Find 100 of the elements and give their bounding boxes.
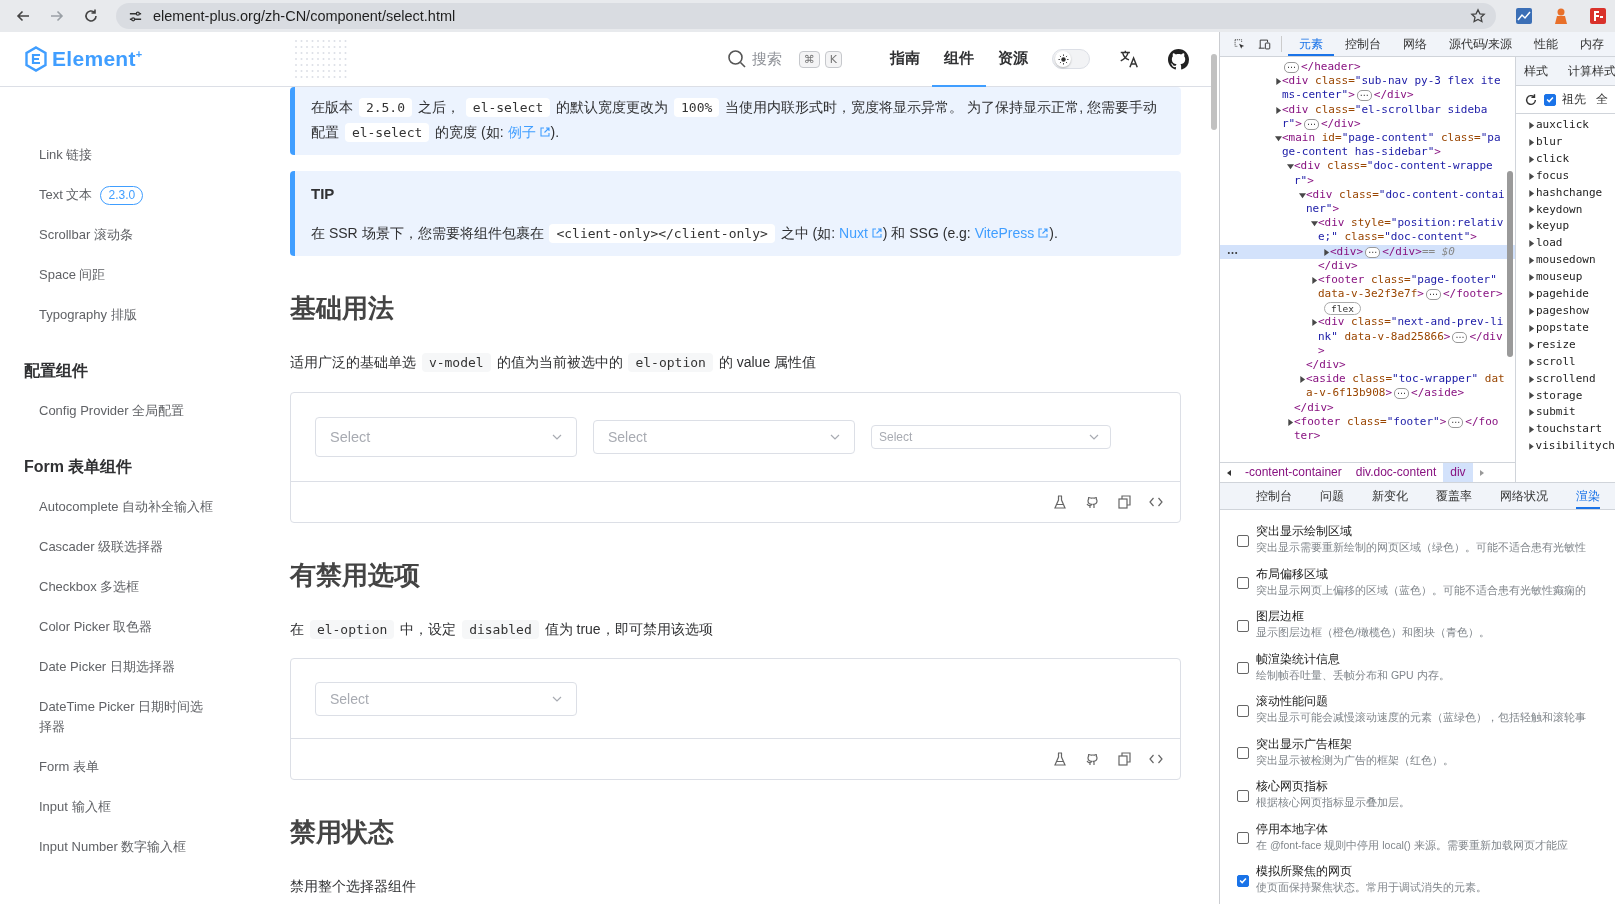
devtools-tab[interactable]: 源代码/来源 (1437, 32, 1523, 56)
copy-icon[interactable] (1116, 494, 1132, 510)
back-icon[interactable] (15, 8, 31, 24)
github-icon[interactable] (1168, 48, 1189, 70)
device-icon[interactable] (1257, 36, 1271, 52)
triangle-right-icon[interactable] (1528, 274, 1535, 282)
sidebar-tab[interactable]: 样式 (1524, 63, 1548, 79)
flask-icon[interactable] (1052, 751, 1068, 767)
triangle-right-icon[interactable] (1528, 426, 1535, 434)
more-icon[interactable] (1227, 250, 1238, 255)
triangle-down-icon[interactable] (1299, 191, 1306, 199)
sidebar-item[interactable]: Input Number 数字输入框 (39, 837, 187, 857)
scrollbar-thumb[interactable] (1211, 54, 1217, 130)
dom-node[interactable]: </div> (1306, 358, 1505, 373)
checkbox[interactable] (1237, 534, 1249, 547)
event-name[interactable]: scroll (1536, 353, 1576, 371)
sidebar-item[interactable]: Space 间距 (39, 265, 106, 285)
triangle-right-icon[interactable] (1528, 240, 1535, 248)
drawer-tab[interactable]: 网络状况 (1500, 483, 1548, 509)
search-button[interactable]: 搜索 ⌘ K (726, 49, 842, 69)
event-name[interactable]: load (1536, 235, 1563, 253)
triangle-right-icon[interactable] (1528, 291, 1535, 298)
refresh-icon[interactable] (1524, 92, 1538, 107)
translate-icon[interactable] (1118, 48, 1140, 70)
event-name[interactable]: visibilitych (1535, 438, 1615, 456)
triangle-right-icon[interactable] (1311, 319, 1318, 327)
drawer-tab[interactable]: 控制台 (1256, 483, 1292, 509)
event-name[interactable]: focus (1536, 167, 1570, 185)
dom-node[interactable]: <footer class="page-footer" data-v-3e2f3e7f> ⋯ </footer> (1318, 273, 1505, 302)
triangle-right-icon[interactable] (1528, 324, 1535, 332)
triangle-right-icon[interactable] (1528, 189, 1535, 197)
checkbox[interactable] (1544, 93, 1556, 106)
copy-icon[interactable] (1116, 751, 1132, 767)
triangle-right-icon[interactable] (1528, 223, 1535, 231)
event-name[interactable]: pageshow (1536, 302, 1589, 320)
sidebar-item[interactable]: Config Provider 全局配置 (39, 401, 185, 421)
event-name[interactable]: popstate (1536, 319, 1589, 337)
dom-node[interactable]: <footer class="footer"> ⋯ </footer> (1294, 414, 1505, 444)
checkbox[interactable] (1237, 577, 1249, 590)
dom-node[interactable]: <aside class="toc-wrapper" data-v-6f13b908> ⋯ </aside> (1306, 372, 1505, 401)
drawer-tab[interactable]: 覆盖率 (1436, 483, 1472, 509)
triangle-down-icon[interactable] (1287, 163, 1294, 171)
drawer-tab[interactable]: 新变化 (1372, 483, 1408, 509)
triangle-down-icon[interactable] (1275, 135, 1282, 142)
triangle-right-icon[interactable] (1275, 106, 1282, 114)
triangle-right-icon[interactable] (1528, 257, 1535, 265)
event-name[interactable]: blur (1536, 133, 1563, 151)
event-name[interactable]: click (1536, 150, 1570, 168)
dom-node[interactable]: <div class="next-and-prev-link" data-v-8ad25866> ⋯ </div> (1318, 315, 1505, 359)
sidebar-item[interactable]: Color Picker 取色器 (39, 617, 153, 637)
devtools-tab[interactable]: 性能 (1523, 32, 1569, 56)
sidebar-item[interactable]: Cascader 级联选择器 (39, 537, 164, 557)
event-name[interactable]: mousedown (1536, 252, 1596, 270)
triangle-right-icon[interactable] (1528, 138, 1535, 146)
event-name[interactable]: scrollend (1536, 370, 1596, 388)
nav-link[interactable]: 指南 (878, 31, 932, 87)
triangle-right-icon[interactable] (1528, 409, 1535, 417)
breadcrumb-item[interactable]: div.doc-content (1348, 463, 1444, 482)
triangle-right-icon[interactable] (1299, 376, 1306, 384)
nav-link[interactable]: 资源 (986, 31, 1040, 87)
event-name[interactable]: pagehide (1536, 286, 1589, 303)
chart-icon[interactable] (1515, 7, 1533, 25)
address-bar[interactable]: element-plus.org/zh-CN/component/select.html (116, 3, 1496, 29)
event-name[interactable]: touchstart (1536, 421, 1603, 439)
checkbox[interactable] (1237, 747, 1249, 760)
sidebar-item[interactable]: Date Picker 日期选择器 (39, 657, 175, 677)
dom-node[interactable]: <div style="position:relative;" class="doc-content"> (1318, 216, 1505, 245)
checkbox[interactable] (1237, 704, 1249, 717)
sidebar-item[interactable]: Typography 排版 (39, 305, 137, 325)
event-name[interactable]: mouseup (1536, 269, 1583, 287)
checkbox[interactable] (1237, 832, 1249, 845)
event-name[interactable]: storage (1536, 387, 1583, 405)
triangle-right-icon[interactable] (1311, 277, 1318, 285)
sidebar-item[interactable]: Text 文本 (39, 185, 93, 205)
sidebar-item[interactable]: Scrollbar 滚动条 (39, 225, 133, 245)
triangle-right-icon[interactable] (1528, 392, 1535, 400)
reload-icon[interactable] (83, 8, 99, 24)
event-name[interactable]: hashchange (1536, 184, 1603, 202)
devtools-tab[interactable]: 元素 (1287, 32, 1334, 56)
drawer-tab[interactable]: 问题 (1320, 483, 1344, 509)
dom-node[interactable]: <main id="page-content" class="page-content has-sidebar"> (1282, 131, 1505, 160)
sidebar-item[interactable]: Input 输入框 (39, 797, 111, 817)
breadcrumb-item[interactable]: div (1443, 463, 1473, 482)
event-name[interactable]: keyup (1536, 218, 1570, 236)
theme-switch[interactable] (1052, 49, 1090, 69)
dom-node[interactable]: </div> (1294, 400, 1505, 415)
dom-node[interactable]: <div class="sub-nav py-3 flex items-center"> ⋯ </div> (1282, 74, 1505, 103)
dom-node[interactable]: <div> ⋯ </div>== $0 (1330, 244, 1505, 259)
triangle-right-icon[interactable] (1528, 341, 1535, 349)
triangle-right-icon[interactable] (1275, 78, 1282, 86)
triangle-down-icon[interactable] (1311, 220, 1318, 228)
triangle-right-icon[interactable] (1528, 155, 1535, 163)
event-name[interactable]: auxclick (1536, 117, 1589, 134)
triangle-right-icon[interactable] (1528, 172, 1535, 180)
dom-node[interactable]: <div class="doc-content-wrapper"> (1294, 159, 1505, 188)
dom-node[interactable]: ⋯ </header> (1282, 60, 1505, 75)
flask-icon[interactable] (1052, 494, 1068, 510)
devtools-tab[interactable]: 内存 (1569, 32, 1615, 56)
selected-row[interactable]: <div> ⋯ </div>== $0 (1220, 244, 1515, 259)
event-name[interactable]: keydown (1536, 201, 1583, 219)
